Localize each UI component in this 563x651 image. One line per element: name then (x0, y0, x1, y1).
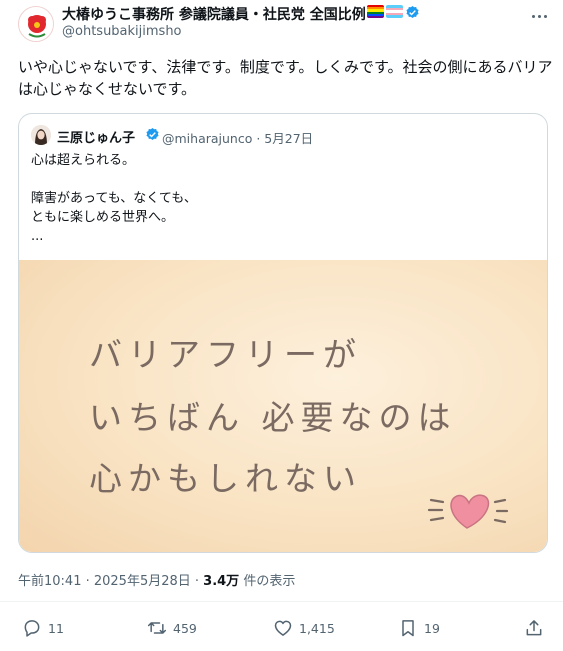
bookmark-count: 19 (424, 620, 440, 636)
author-handle[interactable]: @ohtsubakijimsho (62, 24, 182, 39)
divider (0, 601, 563, 602)
image-text-line: 心かもしれない (89, 459, 362, 498)
quoted-author-name: 三原じゅん子 (57, 131, 136, 146)
heart-icon (427, 494, 509, 529)
repost-button[interactable]: 459 (147, 616, 197, 640)
share-button[interactable] (524, 616, 544, 640)
camellia-logo-icon (20, 8, 53, 41)
heart-outline-icon (274, 620, 292, 636)
quoted-text-line (31, 170, 197, 189)
post-meta: 午前10:41 · 2025年5月28日 · 3.4万 件の表示 (18, 570, 295, 589)
like-count: 1,415 (299, 620, 335, 636)
image-text-line: いちばん 必要なのは (89, 398, 457, 437)
transgender-flag-icon (386, 5, 403, 18)
rainbow-flag-icon (367, 5, 384, 18)
share-icon (526, 620, 542, 636)
like-button[interactable]: 1,415 (273, 616, 335, 640)
view-count-suffix: 件の表示 (239, 574, 296, 589)
author-name[interactable]: 大椿ゆうこ事務所 参議院議員・社民党 全国比例 (62, 4, 366, 24)
avatar[interactable] (18, 6, 54, 42)
post-text: いや心じゃないです、法律です。制度です。しくみです。社会の側にあるバリアは心じゃ… (18, 58, 553, 98)
flag-emojis (367, 5, 403, 18)
view-count: 3.4万 (203, 574, 240, 589)
repost-count: 459 (173, 620, 197, 636)
post-timestamp[interactable]: 午前10:41 · 2025年5月28日 · (18, 574, 203, 589)
reply-button[interactable]: 11 (22, 616, 64, 640)
quoted-handle-date: @miharajunco · 5月27日 (162, 131, 314, 146)
more-options-icon[interactable] (526, 6, 552, 26)
bookmark-button[interactable]: 19 (398, 616, 440, 640)
verified-badge-icon (406, 5, 419, 18)
portrait-icon (31, 125, 51, 145)
bookmark-icon (402, 620, 414, 637)
quoted-avatar (31, 125, 51, 145)
image-text-line: バリアフリーが (89, 335, 362, 374)
reply-icon (24, 620, 40, 637)
quoted-text: 心は超えられる。 障害があっても、なくても、 ともに楽しめる世界へ。 ... (31, 151, 197, 246)
reply-count: 11 (48, 620, 64, 636)
quoted-text-line: 障害があっても、なくても、 (31, 191, 197, 206)
repost-icon (147, 622, 167, 634)
quoted-text-line: ともに楽しめる世界へ。 (31, 210, 175, 225)
quoted-post[interactable]: 三原じゅん子 @miharajunco · 5月27日 心は超えられる。 障害が… (18, 113, 548, 553)
quoted-text-line: ... (31, 229, 44, 244)
verified-badge-icon (146, 127, 159, 140)
quoted-text-line: 心は超えられる。 (31, 153, 136, 168)
quoted-image[interactable]: バリアフリーが いちばん 必要なのは 心かもしれない (19, 260, 547, 552)
